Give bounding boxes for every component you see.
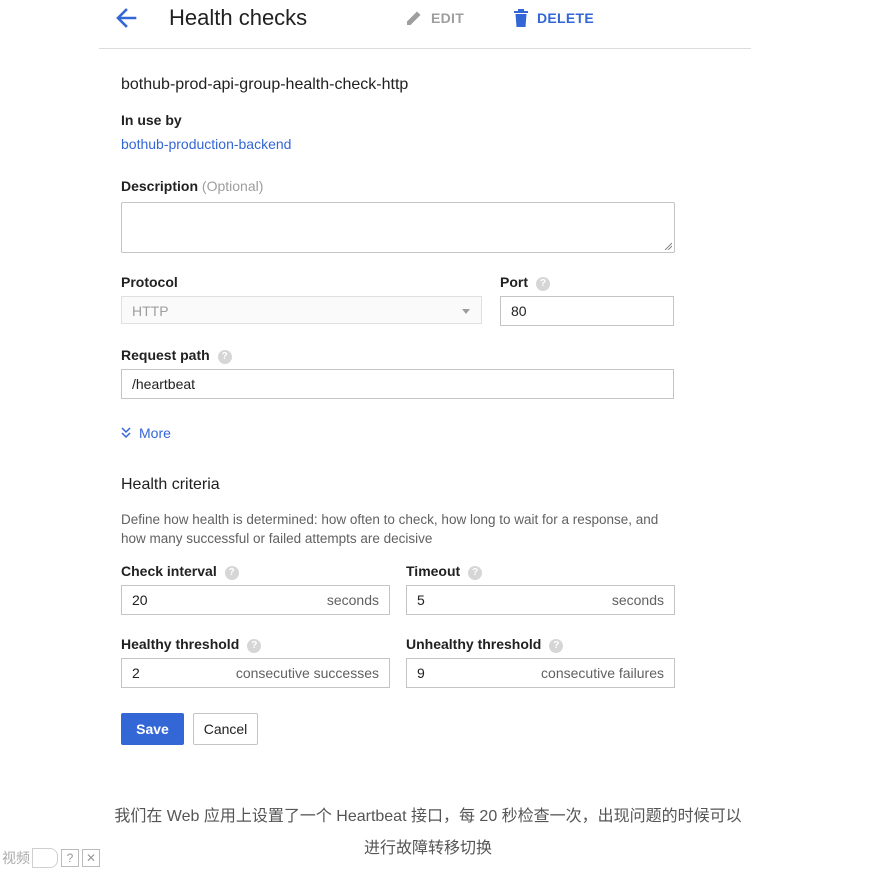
section-title: Health criteria — [121, 476, 220, 493]
protocol-select[interactable]: HTTP — [121, 296, 482, 324]
timeout-input[interactable]: 5 seconds — [406, 585, 675, 615]
optional-hint: (Optional) — [201, 178, 264, 194]
healthy-threshold-value: 2 — [132, 665, 140, 681]
help-box-icon[interactable]: ? — [61, 848, 79, 867]
save-button[interactable]: Save — [121, 713, 184, 745]
in-use-by-link[interactable]: bothub-production-backend — [121, 136, 291, 152]
help-icon[interactable]: ? — [224, 566, 239, 580]
help-icon[interactable]: ? — [536, 277, 550, 291]
healthy-threshold-input[interactable]: 2 consecutive successes — [121, 658, 390, 688]
port-input[interactable]: 80 — [500, 296, 674, 326]
request-path-label: Request path? — [121, 347, 232, 364]
help-icon[interactable]: ? — [247, 639, 262, 653]
video-widget: 视频 ? ✕ — [0, 846, 118, 869]
healthy-threshold-unit: consecutive successes — [235, 665, 379, 681]
more-label: More — [139, 425, 171, 441]
close-box-icon[interactable]: ✕ — [82, 848, 100, 867]
unhealthy-threshold-value: 9 — [417, 665, 425, 681]
timeout-unit: seconds — [611, 592, 664, 608]
edit-button[interactable]: EDIT — [405, 9, 464, 27]
unhealthy-threshold-unit: consecutive failures — [541, 665, 664, 681]
port-label: Port? — [500, 274, 550, 291]
back-button[interactable] — [113, 4, 139, 32]
check-interval-value: 20 — [132, 592, 148, 608]
dropdown-arrow-icon — [462, 309, 470, 314]
timeout-label-text: Timeout — [406, 563, 461, 579]
unhealthy-threshold-label: Unhealthy threshold? — [406, 636, 564, 653]
chevron-double-down-icon — [121, 427, 131, 439]
caption-line-1: 我们在 Web 应用上设置了一个 Heartbeat 接口，每 20 秒检查一次… — [114, 808, 742, 825]
help-icon[interactable]: ? — [217, 350, 232, 364]
check-interval-unit: seconds — [326, 592, 379, 608]
help-icon[interactable]: ? — [549, 639, 564, 653]
check-interval-label-text: Check interval — [121, 563, 217, 579]
delete-button[interactable]: DELETE — [513, 9, 594, 27]
protocol-label: Protocol — [121, 274, 178, 290]
in-use-by-label: In use by — [121, 112, 182, 128]
back-arrow-icon — [116, 8, 137, 28]
section-description: Define how health is determined: how oft… — [121, 512, 659, 546]
description-label-text: Description — [121, 178, 199, 194]
resource-name: bothub-prod-api-group-health-check-http — [121, 76, 409, 93]
request-path-label-text: Request path — [121, 347, 210, 363]
request-path-input-value: /heartbeat — [132, 376, 196, 392]
description-textarea[interactable] — [121, 202, 675, 253]
healthy-threshold-label: Healthy threshold? — [121, 636, 262, 653]
timeout-label: Timeout? — [406, 563, 483, 580]
unhealthy-threshold-input[interactable]: 9 consecutive failures — [406, 658, 675, 688]
delete-button-label: DELETE — [537, 10, 595, 26]
cancel-button[interactable]: Cancel — [193, 713, 258, 745]
page-title: Health checks — [169, 5, 308, 30]
description-label: Description (Optional) — [121, 178, 263, 194]
image-caption: 我们在 Web 应用上设置了一个 Heartbeat 接口，每 20 秒检查一次… — [0, 801, 856, 865]
healthy-threshold-label-text: Healthy threshold — [121, 636, 240, 652]
protocol-select-value: HTTP — [132, 303, 169, 319]
edit-button-label: EDIT — [431, 10, 465, 26]
more-toggle[interactable]: More — [121, 425, 171, 441]
check-interval-label: Check interval? — [121, 563, 239, 580]
resize-grip-icon[interactable] — [664, 242, 672, 250]
header-divider — [99, 48, 751, 49]
video-tag — [32, 847, 58, 868]
video-label: 视频 — [2, 850, 30, 867]
caption-line-2: 进行故障转移切换 — [363, 840, 492, 857]
pencil-icon — [407, 11, 421, 25]
unhealthy-threshold-label-text: Unhealthy threshold — [406, 636, 542, 652]
request-path-input[interactable]: /heartbeat — [121, 369, 674, 399]
port-label-text: Port — [500, 274, 528, 290]
trash-icon — [514, 9, 528, 27]
help-icon[interactable]: ? — [468, 566, 483, 580]
timeout-value: 5 — [417, 592, 425, 608]
check-interval-input[interactable]: 20 seconds — [121, 585, 390, 615]
port-input-value: 80 — [511, 303, 527, 319]
